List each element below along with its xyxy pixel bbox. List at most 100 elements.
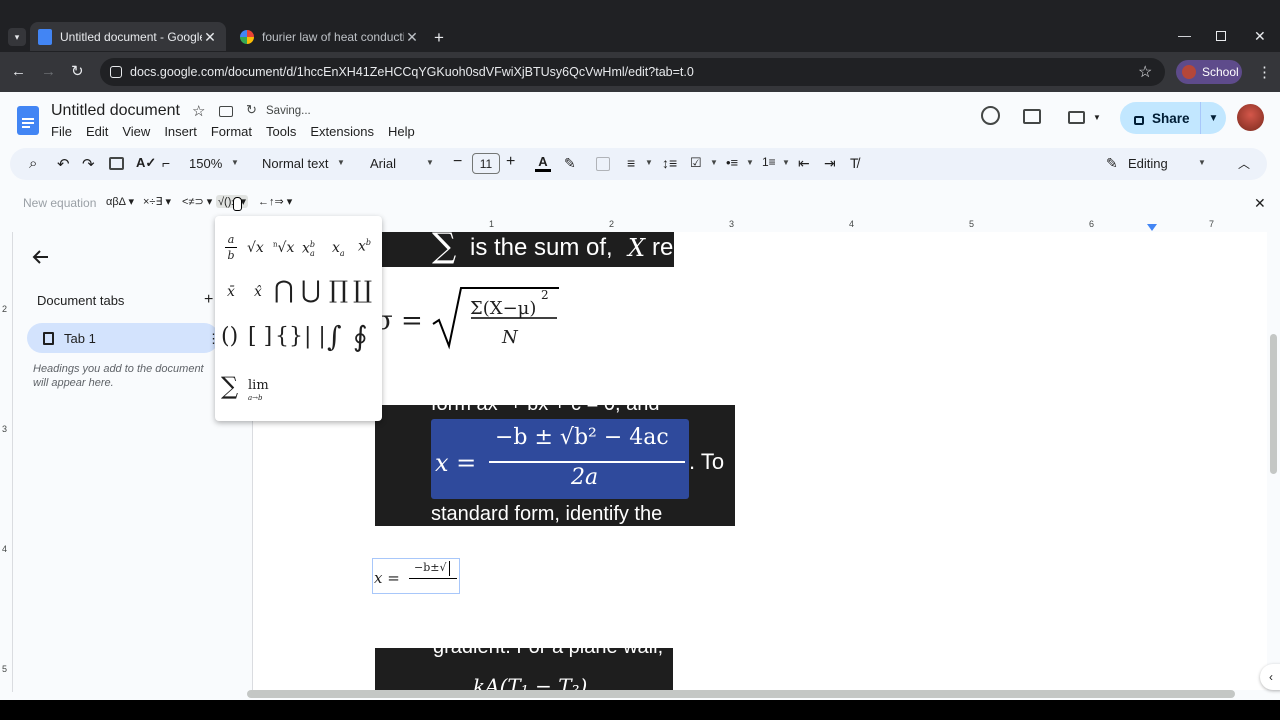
font-size-input[interactable]: 11	[472, 153, 500, 174]
menu-format[interactable]: Format	[211, 124, 252, 139]
menu-extensions[interactable]: Extensions	[310, 124, 374, 139]
menu-edit[interactable]: Edit	[86, 124, 108, 139]
move-folder-icon[interactable]	[219, 106, 233, 117]
line-spacing-icon[interactable]: ↕≡	[662, 155, 680, 173]
close-equation-icon[interactable]: ✕	[1254, 195, 1266, 212]
url-input[interactable]: docs.google.com/document/d/1hccEnXH41ZeH…	[100, 58, 1165, 86]
sidebar-item-tab-1[interactable]: Tab 1	[27, 323, 219, 353]
checklist-icon[interactable]: ☑	[690, 155, 708, 173]
image-sum-definition[interactable]: ∑ is the sum of, X re	[382, 232, 674, 267]
undo-icon[interactable]: ↶	[57, 155, 75, 173]
profile-chip[interactable]: School	[1176, 60, 1242, 84]
fraction-symbol[interactable]: ab	[225, 232, 237, 263]
decrease-font-icon[interactable]: −	[453, 153, 462, 171]
collapse-menus-icon[interactable]: ︿	[1238, 155, 1250, 172]
reload-icon[interactable]: ↻	[71, 62, 84, 80]
contour-integral-symbol[interactable]: ∮	[353, 320, 368, 353]
tab-search-button[interactable]: ▾	[8, 28, 26, 46]
decrease-indent-icon[interactable]: ⇤	[798, 155, 816, 173]
menu-bar: File Edit View Insert Format Tools Exten…	[51, 124, 415, 139]
nth-root-symbol[interactable]: n√x	[273, 240, 294, 256]
superscript-symbol[interactable]: xb	[358, 238, 371, 255]
increase-font-icon[interactable]: +	[506, 153, 515, 171]
braces-symbol[interactable]: {}	[275, 324, 303, 349]
equation-edit-box[interactable]: x = −b±√	[372, 558, 460, 594]
star-icon[interactable]: ☆	[192, 102, 205, 120]
search-menus-icon[interactable]: ⌕	[29, 155, 47, 173]
close-tab-icon[interactable]: ✕	[202, 29, 218, 45]
text-color-icon[interactable]: A	[535, 154, 551, 172]
integral-symbol[interactable]: ∫	[327, 320, 342, 353]
arrows-menu[interactable]: ←↑⇒ ▾	[258, 195, 292, 208]
browser-tab-docs[interactable]: Untitled document - Google Docs ✕	[30, 22, 226, 51]
back-arrow-icon[interactable]	[32, 248, 50, 266]
meet-caret-icon[interactable]: ▼	[1093, 113, 1101, 122]
relations-menu[interactable]: <≠⊃ ▾	[182, 195, 212, 208]
ruler-mark: 1	[489, 219, 495, 229]
overline-symbol[interactable]: x̄	[227, 284, 235, 300]
document-title[interactable]: Untitled document	[51, 102, 180, 120]
align-left-icon[interactable]: ≡	[627, 155, 645, 173]
version-history-icon[interactable]	[981, 106, 1000, 125]
square-root-symbol[interactable]: √x	[247, 240, 264, 256]
math-operations-menu[interactable]: √()± ▾	[216, 195, 248, 208]
menu-view[interactable]: View	[122, 124, 150, 139]
big-union-symbol[interactable]: ⋃	[301, 276, 321, 304]
site-info-icon[interactable]	[110, 66, 122, 78]
share-dropdown-icon[interactable]: ▼	[1200, 102, 1226, 134]
minimize-icon[interactable]: —	[1178, 28, 1191, 43]
clear-formatting-icon[interactable]: T̸	[850, 155, 868, 173]
horizontal-scrollbar[interactable]	[247, 690, 1235, 698]
menu-tools[interactable]: Tools	[266, 124, 296, 139]
spellcheck-icon[interactable]: A✓	[136, 155, 156, 173]
paint-format-icon[interactable]: ⌐	[162, 155, 180, 173]
browser-menu-icon[interactable]: ⋮	[1257, 63, 1272, 81]
show-side-panel-icon[interactable]: ‹	[1260, 664, 1280, 690]
add-tab-icon[interactable]: +	[204, 291, 213, 309]
equation-std-dev[interactable]: σ = Σ(X−μ) 2 N	[375, 284, 565, 354]
increase-indent-icon[interactable]: ⇥	[824, 155, 842, 173]
meet-icon[interactable]	[1068, 111, 1085, 124]
limit-symbol[interactable]: lim a→b	[248, 379, 269, 404]
docs-logo-icon[interactable]	[17, 106, 39, 135]
close-window-icon[interactable]: ✕	[1254, 28, 1266, 45]
summation-symbol[interactable]: ∑	[221, 372, 238, 400]
bulleted-list-icon[interactable]: •≡	[726, 155, 744, 173]
font-select[interactable]: Arial	[370, 156, 396, 171]
right-indent-marker[interactable]	[1147, 224, 1157, 231]
menu-help[interactable]: Help	[388, 124, 415, 139]
big-intersection-symbol[interactable]: ⋂	[274, 276, 294, 304]
greek-letters-menu[interactable]: αβΔ ▾	[106, 195, 134, 208]
menu-file[interactable]: File	[51, 124, 72, 139]
menu-insert[interactable]: Insert	[164, 124, 197, 139]
hat-symbol[interactable]: x̂	[254, 284, 262, 300]
restore-icon[interactable]	[1216, 31, 1226, 41]
highlight-icon[interactable]: ✎	[564, 155, 582, 173]
new-equation-button[interactable]: New equation	[23, 196, 96, 210]
bookmark-star-icon[interactable]: ☆	[1138, 62, 1152, 82]
equation-lhs: x =	[374, 569, 400, 587]
absolute-value-symbol[interactable]: | |	[304, 324, 326, 349]
big-product-symbol[interactable]: ∏	[329, 276, 348, 304]
browser-tab-search[interactable]: fourier law of heat conduction ✕	[232, 25, 428, 49]
big-coproduct-symbol[interactable]: ∐	[353, 276, 372, 304]
new-tab-icon[interactable]: +	[434, 28, 444, 48]
misc-operations-menu[interactable]: ×÷∃ ▾	[143, 195, 171, 208]
sub-superscript-symbol[interactable]: xba	[302, 240, 315, 258]
vertical-scrollbar[interactable]	[1270, 334, 1277, 474]
zoom-select[interactable]: 150%	[189, 156, 222, 171]
user-avatar[interactable]	[1237, 104, 1264, 131]
image-quadratic-formula[interactable]: form ax² + bx + c = 0, and x = −b ± √b² …	[375, 405, 735, 526]
numbered-list-icon[interactable]: 1≡	[762, 155, 780, 173]
back-icon[interactable]: ←	[11, 63, 26, 80]
comments-icon[interactable]	[1023, 109, 1041, 124]
image-plane-wall[interactable]: gradient. For a plane wall, kA(T₁ − T₂)	[375, 648, 673, 690]
redo-icon[interactable]: ↷	[82, 155, 100, 173]
close-tab-icon[interactable]: ✕	[404, 29, 420, 45]
parentheses-symbol[interactable]: ()	[221, 324, 238, 349]
subscript-symbol[interactable]: xa	[332, 240, 345, 258]
print-icon[interactable]	[109, 157, 124, 170]
style-select[interactable]: Normal text	[262, 156, 328, 171]
document-page[interactable]: ∑ is the sum of, X re σ = Σ(X−μ) 2 N for…	[253, 232, 1267, 690]
brackets-symbol[interactable]: [ ]	[248, 324, 272, 349]
